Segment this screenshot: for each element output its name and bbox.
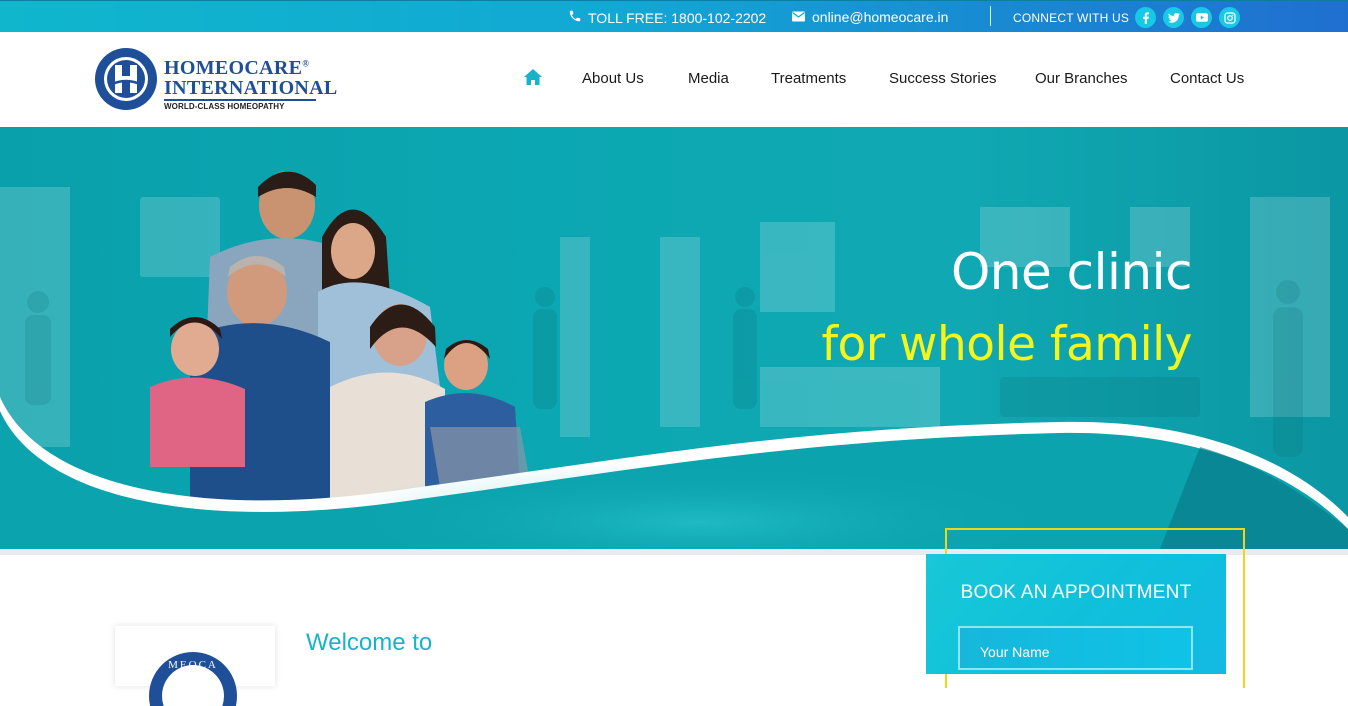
connect-label: CONNECT WITH US (1013, 11, 1130, 25)
nav-contact-us[interactable]: Contact Us (1170, 70, 1244, 87)
welcome-logo-card: MEOCA (115, 626, 275, 706)
toll-free[interactable]: TOLL FREE: 1800-102-2202 (568, 9, 766, 26)
nav-home[interactable] (523, 68, 543, 90)
home-icon (524, 69, 542, 85)
mail-icon (792, 9, 805, 25)
nav-our-branches[interactable]: Our Branches (1035, 70, 1128, 87)
hero-banner: One clinic for whole family (0, 127, 1348, 549)
nav-media[interactable]: Media (688, 70, 729, 87)
social-links (1135, 7, 1240, 28)
twitter-icon[interactable] (1163, 7, 1184, 28)
youtube-icon[interactable] (1191, 7, 1212, 28)
logo-tagline: WORLD-CLASS HOMEOPATHY (164, 102, 285, 111)
topbar-divider (990, 6, 991, 26)
nav-treatments[interactable]: Treatments (771, 70, 846, 87)
name-input[interactable]: Your Name (958, 626, 1193, 670)
main-nav: About Us Media Treatments Success Storie… (0, 68, 1348, 92)
nav-about-us[interactable]: About Us (582, 70, 644, 87)
facebook-icon[interactable] (1135, 7, 1156, 28)
appointment-title: BOOK AN APPOINTMENT (960, 582, 1192, 603)
email-link[interactable]: online@homeocare.in (792, 9, 948, 25)
site-header: HOMEOCARE® INTERNATIONAL WORLD-CLASS HOM… (0, 32, 1348, 127)
instagram-icon[interactable] (1219, 7, 1240, 28)
toll-free-text: TOLL FREE: 1800-102-2202 (588, 9, 767, 26)
hero-headline: One clinic (950, 243, 1193, 301)
email-text: online@homeocare.in (812, 9, 949, 25)
top-bar: TOLL FREE: 1800-102-2202 online@homeocar… (0, 0, 1348, 32)
nav-success-stories[interactable]: Success Stories (889, 70, 997, 87)
logo-underline (164, 99, 316, 101)
logo-badge-icon: MEOCA (149, 652, 237, 706)
hero-subheadline: for whole family (821, 317, 1192, 372)
appointment-form: BOOK AN APPOINTMENT Your Name (926, 554, 1226, 674)
phone-icon (568, 9, 582, 26)
welcome-title: Welcome to (306, 629, 433, 656)
svg-text:MEOCA: MEOCA (168, 659, 218, 671)
